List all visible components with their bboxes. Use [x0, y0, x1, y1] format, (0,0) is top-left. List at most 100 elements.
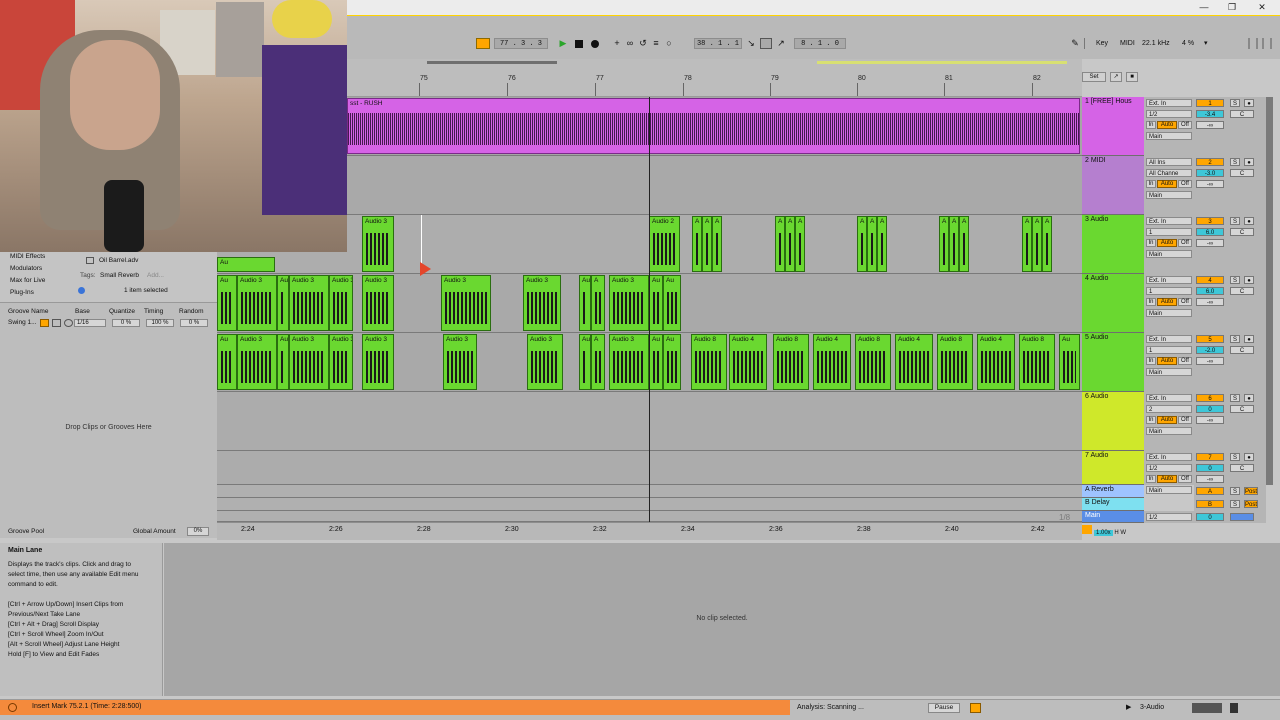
output-select[interactable]: Main — [1146, 132, 1192, 140]
track-name[interactable]: 7 Audio — [1082, 451, 1144, 461]
loop-switch-icon[interactable] — [760, 38, 772, 49]
audio-clip[interactable]: Audio 3 — [289, 275, 329, 331]
track-name[interactable]: 3 Audio — [1082, 215, 1144, 225]
audio-clip[interactable]: Audio 3 — [237, 334, 277, 390]
groove-commit-icon[interactable] — [64, 319, 73, 327]
arm-button[interactable]: ● — [1244, 335, 1254, 343]
audio-clip[interactable]: Audio 3 — [329, 334, 353, 390]
track-name[interactable]: 5 Audio — [1082, 333, 1144, 343]
pan-field[interactable]: C — [1230, 110, 1254, 118]
browser-item-midi-effects[interactable]: MIDI Effects — [10, 253, 45, 260]
capture-midi-icon[interactable]: ≡ — [651, 38, 661, 48]
audio-clip[interactable]: Audio 3 — [329, 275, 353, 331]
audio-clip[interactable]: sst - RUSH — [347, 98, 1080, 154]
audio-clip[interactable]: Audio 3 — [523, 275, 561, 331]
stop-icon[interactable] — [575, 40, 583, 48]
zoom-value[interactable]: 1.00x — [1094, 530, 1113, 536]
groove-random[interactable]: 0 % — [180, 319, 208, 327]
track-header[interactable]: 4 Audio — [1082, 274, 1144, 333]
audio-clip[interactable]: Audio 2 — [649, 216, 680, 272]
monitor-off-button[interactable]: Off — [1178, 121, 1192, 129]
monitor-off-button[interactable]: Off — [1178, 180, 1192, 188]
audio-clip[interactable]: A — [591, 334, 605, 390]
mini-overview[interactable] — [1192, 703, 1222, 713]
monitor-auto-button[interactable]: Auto — [1157, 239, 1177, 247]
expand-icon[interactable]: ↗ — [1110, 72, 1122, 82]
monitor-off-button[interactable]: Off — [1178, 239, 1192, 247]
add-tag-button[interactable]: Add... — [147, 272, 164, 279]
volume-field[interactable]: 6.0 — [1196, 228, 1224, 236]
restore-icon[interactable]: ❐ — [1220, 1, 1244, 14]
output-select[interactable]: Main — [1146, 191, 1192, 199]
browser-item-max-for-live[interactable]: Max for Live — [10, 277, 45, 284]
volume-field[interactable]: 0 — [1196, 464, 1224, 472]
audio-clip[interactable]: Au — [649, 334, 663, 390]
audio-clip[interactable]: Au — [663, 334, 681, 390]
solo-button[interactable]: S — [1230, 394, 1240, 402]
audio-clip[interactable]: Audio 8 — [691, 334, 727, 390]
track-activator-button[interactable]: 3 — [1196, 217, 1224, 225]
overdub-icon[interactable]: + — [612, 38, 622, 48]
audio-clip[interactable]: A — [959, 216, 969, 272]
output-select[interactable]: Main — [1146, 250, 1192, 258]
groove-timing[interactable]: 100 % — [146, 319, 174, 327]
input-channel-select[interactable]: All Channe — [1146, 169, 1192, 177]
input-channel-select[interactable]: 1 — [1146, 346, 1192, 354]
send-field[interactable]: -∞ — [1196, 180, 1224, 188]
post-button[interactable]: Post — [1244, 487, 1258, 495]
groove-quantize[interactable]: 0 % — [112, 319, 140, 327]
audio-clip[interactable]: Au — [663, 275, 681, 331]
monitor-auto-button[interactable]: Auto — [1157, 121, 1177, 129]
track-activator-button[interactable]: 1 — [1196, 99, 1224, 107]
global-amount-value[interactable]: 0% — [187, 527, 209, 536]
audio-clip[interactable]: A — [775, 216, 785, 272]
time-ruler[interactable]: 2:24 2:26 2:28 2:30 2:32 2:34 2:36 2:38 … — [217, 513, 1082, 540]
pan-field[interactable]: C — [1230, 464, 1254, 472]
monitor-off-button[interactable]: Off — [1178, 357, 1192, 365]
input-type-select[interactable]: Ext. In — [1146, 453, 1192, 461]
main-pan-field[interactable] — [1230, 513, 1254, 521]
return-activator-button[interactable]: B — [1196, 500, 1224, 508]
overview-icon-2[interactable] — [1262, 38, 1272, 49]
audio-clip[interactable]: A — [692, 216, 702, 272]
groove-name[interactable]: Swing 1... — [8, 319, 37, 326]
audio-clip[interactable]: Audio 3 — [237, 275, 277, 331]
return-track-name[interactable]: A Reverb — [1082, 485, 1144, 495]
output-select[interactable]: Main — [1146, 309, 1192, 317]
pan-field[interactable]: C — [1230, 346, 1254, 354]
audio-clip[interactable]: Audio 8 — [1019, 334, 1055, 390]
track-name[interactable]: 4 Audio — [1082, 274, 1144, 284]
overview-loop-region[interactable] — [817, 61, 1067, 64]
audio-clip[interactable]: Audio 8 — [937, 334, 973, 390]
return-track-name[interactable]: B Delay — [1082, 498, 1144, 508]
track-activator-button[interactable]: 5 — [1196, 335, 1224, 343]
pan-field[interactable]: C — [1230, 287, 1254, 295]
arm-button[interactable]: ● — [1244, 158, 1254, 166]
main-track-name[interactable]: Main — [1082, 511, 1144, 521]
volume-field[interactable]: 0 — [1196, 405, 1224, 413]
audio-clip[interactable]: Audio 3 — [443, 334, 477, 390]
audio-clip[interactable]: Audio 4 — [813, 334, 851, 390]
solo-button[interactable]: S — [1230, 158, 1240, 166]
tag-chip[interactable]: Small Reverb — [100, 272, 139, 279]
monitor-in-button[interactable]: In — [1146, 180, 1156, 188]
solo-button[interactable]: S — [1230, 487, 1240, 495]
monitor-in-button[interactable]: In — [1146, 239, 1156, 247]
monitor-in-button[interactable]: In — [1146, 121, 1156, 129]
input-channel-select[interactable]: 1 — [1146, 287, 1192, 295]
send-field[interactable]: -∞ — [1196, 357, 1224, 365]
beat-time-ruler[interactable]: 75 76 77 78 79 80 81 82 — [347, 59, 1082, 97]
session-record-icon[interactable]: ○ — [664, 38, 674, 48]
audio-clip[interactable]: A — [867, 216, 877, 272]
overview-region[interactable] — [427, 61, 557, 64]
pause-button[interactable]: Pause — [928, 703, 960, 713]
track-name[interactable]: 6 Audio — [1082, 392, 1144, 402]
automation-arm-icon[interactable]: ∞ — [625, 38, 635, 48]
audio-clip[interactable]: Au — [649, 275, 663, 331]
input-channel-select[interactable]: 1/2 — [1146, 464, 1192, 472]
audio-clip[interactable]: Au — [217, 257, 275, 272]
record-icon[interactable] — [591, 40, 599, 48]
main-volume-field[interactable]: 0 — [1196, 513, 1224, 521]
groove-base-select[interactable]: 1/16 — [74, 319, 106, 327]
browser-item-plug-ins[interactable]: Plug-Ins — [10, 289, 34, 296]
